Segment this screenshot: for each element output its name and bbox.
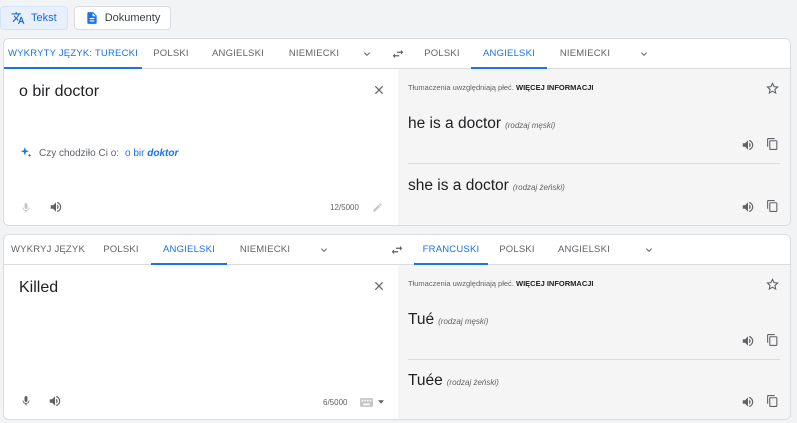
target-tab-niemiecki[interactable]: NIEMIECKI [547, 39, 623, 69]
chevron-down-icon[interactable] [318, 244, 330, 256]
swap-languages-icon[interactable] [390, 243, 404, 257]
target-area: Tłumaczenia uwzględniają płeć. WIĘCEJ IN… [398, 69, 790, 225]
text-mode-button[interactable]: Tekst [0, 6, 68, 30]
gender-label: (rodzaj męski) [438, 317, 489, 326]
more-info-link[interactable]: WIĘCEJ INFORMACJI [516, 279, 594, 288]
close-icon[interactable] [372, 83, 386, 97]
translation-result-masculine[interactable]: Tué (rodzaj męski) [408, 311, 488, 329]
did-you-mean-prefix: Czy chodziło Ci o: [39, 147, 120, 159]
source-tab-polski[interactable]: POLSKI [92, 235, 150, 265]
document-icon [87, 12, 97, 24]
language-bar: WYKRYTY JĘZYK: TURECKI POLSKI ANGIELSKI … [4, 39, 790, 69]
gender-note: Tłumaczenia uwzględniają płeć. WIĘCEJ IN… [408, 83, 594, 92]
more-info-link[interactable]: WIĘCEJ INFORMACJI [516, 83, 594, 92]
translation-panel-1: WYKRYTY JĘZYK: TURECKI POLSKI ANGIELSKI … [3, 38, 791, 226]
translation-result-masculine[interactable]: he is a doctor (rodzaj męski) [408, 115, 555, 133]
star-icon[interactable] [766, 82, 779, 95]
microphone-icon[interactable] [20, 201, 32, 215]
gender-label: (rodzaj męski) [505, 121, 556, 130]
did-you-mean: Czy chodziło Ci o: o bir doktor [19, 146, 178, 160]
copy-icon[interactable] [766, 333, 779, 347]
result-text: he is a doctor [408, 115, 502, 132]
did-you-mean-link[interactable]: o bir doktor [125, 148, 178, 159]
copy-icon[interactable] [766, 394, 779, 408]
suggest-emph: doktor [147, 147, 179, 159]
speaker-icon[interactable] [48, 394, 62, 408]
documents-mode-label: Dokumenty [104, 12, 161, 24]
suggest-normal: o bir [125, 147, 145, 159]
source-text[interactable]: Killed [19, 279, 58, 297]
target-tab-polski[interactable]: POLSKI [488, 235, 546, 265]
result-divider [408, 163, 780, 164]
copy-icon[interactable] [766, 199, 779, 213]
source-tab-detect[interactable]: WYKRYJ JĘZYK [4, 235, 92, 265]
close-icon[interactable] [372, 279, 386, 293]
speaker-icon[interactable] [741, 395, 755, 409]
result-text: Tuée [408, 372, 443, 389]
char-count: 6/5000 [323, 398, 348, 407]
char-count: 12/5000 [330, 203, 359, 212]
source-tab-angielski[interactable]: ANGIELSKI [151, 235, 227, 265]
microphone-icon[interactable] [20, 394, 32, 408]
pencil-icon[interactable] [372, 202, 383, 213]
result-divider [408, 359, 780, 360]
source-text-area[interactable]: Killed 6/5000 [4, 265, 398, 419]
mode-switcher: Tekst Dokumenty [0, 6, 172, 30]
swap-languages-icon[interactable] [391, 47, 405, 61]
caret-down-icon[interactable] [378, 400, 384, 404]
result-text: Tué [408, 311, 435, 328]
target-tab-francuski[interactable]: FRANCUSKI [414, 235, 488, 265]
speaker-icon[interactable] [741, 334, 755, 348]
documents-mode-button[interactable]: Dokumenty [73, 6, 172, 30]
source-tab-niemiecki[interactable]: NIEMIECKI [227, 235, 303, 265]
text-mode-label: Tekst [31, 12, 57, 24]
star-icon[interactable] [766, 278, 779, 291]
translation-panel-2: WYKRYJ JĘZYK POLSKI ANGIELSKI NIEMIECKI … [3, 234, 791, 420]
gender-label: (rodzaj żeński) [446, 378, 499, 387]
target-area: Tłumaczenia uwzględniają płeć. WIĘCEJ IN… [398, 265, 790, 419]
source-tab-niemiecki[interactable]: NIEMIECKI [276, 39, 352, 69]
gender-note-text: Tłumaczenia uwzględniają płeć. [408, 279, 514, 288]
gender-note: Tłumaczenia uwzględniają płeć. WIĘCEJ IN… [408, 279, 594, 288]
speaker-icon[interactable] [741, 200, 755, 214]
chevron-down-icon[interactable] [361, 48, 373, 60]
sparkle-icon [20, 147, 32, 158]
source-tab-polski[interactable]: POLSKI [142, 39, 200, 69]
target-tab-angielski[interactable]: ANGIELSKI [546, 235, 622, 265]
copy-icon[interactable] [766, 137, 779, 151]
speaker-icon[interactable] [49, 200, 63, 214]
gender-label: (rodzaj żeński) [512, 183, 565, 192]
translation-result-feminine[interactable]: Tuée (rodzaj żeński) [408, 372, 499, 390]
chevron-down-icon[interactable] [638, 48, 650, 60]
source-tab-angielski[interactable]: ANGIELSKI [200, 39, 276, 69]
chevron-down-icon[interactable] [643, 244, 655, 256]
source-text[interactable]: o bir doctor [19, 83, 99, 101]
speaker-icon[interactable] [741, 138, 755, 152]
source-text-area[interactable]: o bir doctor Czy chodziło Ci o: o bir do… [4, 69, 398, 225]
target-tab-angielski[interactable]: ANGIELSKI [471, 39, 547, 69]
translation-result-feminine[interactable]: she is a doctor (rodzaj żeński) [408, 177, 565, 195]
result-text: she is a doctor [408, 177, 509, 194]
translate-icon [11, 12, 25, 24]
language-bar: WYKRYJ JĘZYK POLSKI ANGIELSKI NIEMIECKI … [4, 235, 790, 265]
target-tab-polski[interactable]: POLSKI [414, 39, 470, 69]
gender-note-text: Tłumaczenia uwzględniają płeć. [408, 83, 514, 92]
keyboard-icon[interactable] [360, 398, 373, 407]
source-tab-detected[interactable]: WYKRYTY JĘZYK: TURECKI [4, 39, 142, 69]
